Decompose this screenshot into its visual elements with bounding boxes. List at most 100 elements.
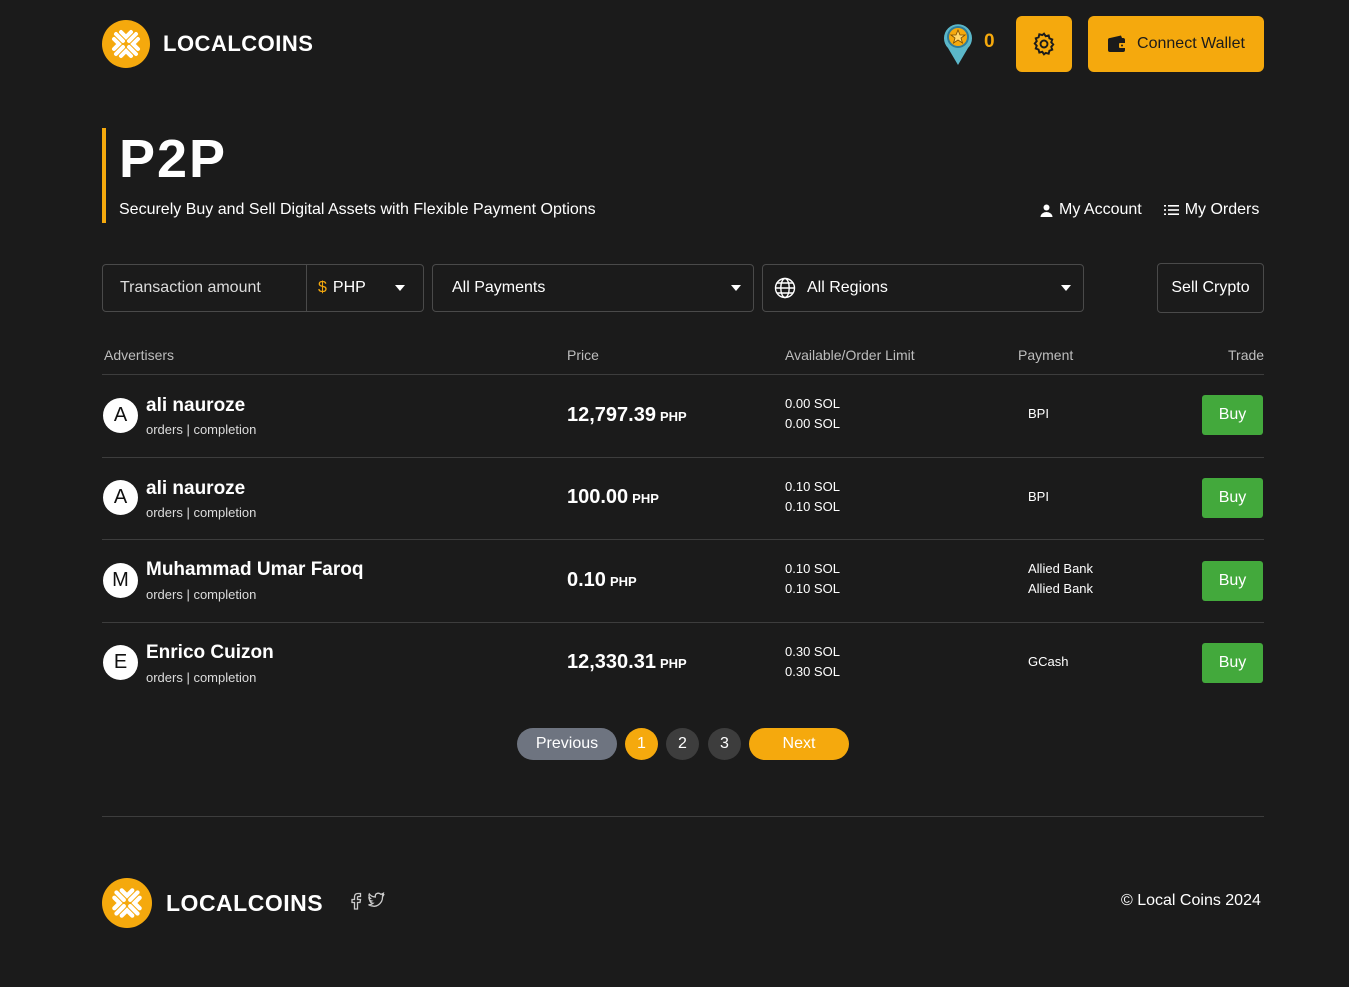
facebook-icon[interactable] <box>350 892 362 910</box>
my-account-label: My Account <box>1059 201 1142 218</box>
price-value: 12,330.31 PHP <box>567 651 687 674</box>
footer-logo[interactable]: LOCALCOINS <box>102 878 323 928</box>
payments-value: All Payments <box>452 279 546 296</box>
availability: 0.10 SOL 0.10 SOL <box>785 477 840 517</box>
order-limit: 0.10 SOL <box>785 581 840 596</box>
price-unit: PHP <box>609 574 637 589</box>
advertiser-name[interactable]: Enrico Cuizon <box>146 642 274 664</box>
page-1-button[interactable]: 1 <box>625 728 658 760</box>
page-subtitle: Securely Buy and Sell Digital Assets wit… <box>119 201 596 218</box>
page-2-button[interactable]: 2 <box>666 728 699 760</box>
points-count: 0 <box>984 31 995 52</box>
available-amount: 0.30 SOL <box>785 644 840 659</box>
advertiser-stats: orders | completion <box>146 505 257 520</box>
avatar: E <box>103 645 138 680</box>
previous-page-button[interactable]: Previous <box>517 728 617 760</box>
availability: 0.30 SOL 0.30 SOL <box>785 642 840 682</box>
chevron-down-icon <box>731 285 741 291</box>
sell-crypto-button[interactable]: Sell Crypto <box>1157 263 1264 313</box>
available-amount: 0.10 SOL <box>785 479 840 494</box>
advertiser-stats: orders | completion <box>146 587 257 602</box>
social-links <box>350 892 385 910</box>
payments-select[interactable]: All Payments <box>432 264 754 312</box>
order-limit: 0.10 SOL <box>785 499 840 514</box>
buy-button[interactable]: Buy <box>1202 643 1263 683</box>
regions-select[interactable]: All Regions <box>762 264 1084 312</box>
page-title: P2P <box>119 129 228 189</box>
payment-method: Allied Bank <box>1028 581 1094 596</box>
column-header-price: Price <box>567 347 599 363</box>
buy-button[interactable]: Buy <box>1202 478 1263 518</box>
advertiser-name[interactable]: ali nauroze <box>146 395 245 417</box>
chevron-down-icon <box>395 285 405 291</box>
avatar: A <box>103 398 138 433</box>
localcoins-logo-icon <box>102 878 152 928</box>
payment-methods: Allied Bank Allied Bank <box>1028 559 1093 599</box>
chevron-down-icon <box>1061 285 1071 291</box>
price-unit: PHP <box>632 491 659 506</box>
payment-method: Allied Bank <box>1028 561 1094 576</box>
price-amount: 0.10 <box>567 569 606 591</box>
price-value: 100.00 PHP <box>567 486 659 509</box>
brand-logo[interactable]: LOCALCOINS <box>102 20 313 68</box>
column-header-payment: Payment <box>1018 347 1074 363</box>
availability: 0.00 SOL 0.00 SOL <box>785 394 840 434</box>
amount-filter: Transaction amount $ PHP <box>102 264 424 312</box>
regions-value: All Regions <box>807 279 888 296</box>
footer-divider <box>102 816 1264 817</box>
account-nav: My Account My Orders <box>1040 201 1259 219</box>
buy-button[interactable]: Buy <box>1202 395 1263 435</box>
transaction-amount-input[interactable]: Transaction amount <box>103 265 307 311</box>
settings-button[interactable] <box>1016 16 1072 72</box>
localcoins-logo-icon <box>102 20 150 68</box>
my-orders-label: My Orders <box>1184 201 1260 218</box>
column-header-trade: Trade <box>1228 347 1265 363</box>
avatar: M <box>103 563 138 598</box>
order-limit: 0.00 SOL <box>785 416 840 431</box>
connect-wallet-label: Connect Wallet <box>1137 35 1245 52</box>
list-icon <box>1163 205 1179 215</box>
column-header-available: Available/Order Limit <box>785 347 915 363</box>
connect-wallet-button[interactable]: Connect Wallet <box>1088 16 1264 72</box>
table-row: M Muhammad Umar Faroq orders | completio… <box>0 540 1349 622</box>
copyright-text: © Local Coins 2024 <box>1121 892 1261 909</box>
my-orders-link[interactable]: My Orders <box>1163 201 1260 219</box>
buy-button[interactable]: Buy <box>1202 561 1263 601</box>
currency-value: PHP <box>332 279 366 296</box>
table-row: A ali nauroze orders | completion 100.00… <box>0 458 1349 539</box>
advertiser-stats: orders | completion <box>146 670 257 685</box>
order-limit: 0.30 SOL <box>785 664 840 679</box>
avatar: A <box>103 480 138 515</box>
next-page-button[interactable]: Next <box>749 728 849 760</box>
advertiser-stats: orders | completion <box>146 422 257 437</box>
page-3-button[interactable]: 3 <box>708 728 741 760</box>
price-unit: PHP <box>659 656 687 671</box>
price-amount: 100.00 <box>567 486 629 508</box>
payment-method: BPI <box>1028 406 1049 421</box>
price-unit: PHP <box>659 409 687 424</box>
advertiser-name[interactable]: Muhammad Umar Faroq <box>146 559 363 581</box>
wallet-icon <box>1108 35 1127 52</box>
available-amount: 0.10 SOL <box>785 561 840 576</box>
currency-symbol: $ <box>318 279 327 296</box>
column-header-advertisers: Advertisers <box>104 347 175 363</box>
advertiser-name[interactable]: ali nauroze <box>146 478 245 500</box>
currency-select[interactable]: $ PHP <box>307 279 423 297</box>
rewards-pin-icon[interactable] <box>942 22 974 66</box>
gear-icon <box>1033 32 1055 56</box>
twitter-icon[interactable] <box>368 892 385 907</box>
table-row: E Enrico Cuizon orders | completion 12,3… <box>0 623 1349 705</box>
my-account-link[interactable]: My Account <box>1040 201 1142 219</box>
availability: 0.10 SOL 0.10 SOL <box>785 559 840 599</box>
payment-method: BPI <box>1028 489 1049 504</box>
globe-icon <box>774 277 796 299</box>
available-amount: 0.00 SOL <box>785 396 840 411</box>
price-value: 0.10 PHP <box>567 569 637 592</box>
hero-accent-bar <box>102 128 106 223</box>
price-amount: 12,797.39 <box>567 404 656 426</box>
price-amount: 12,330.31 <box>567 651 656 673</box>
brand-name: LOCALCOINS <box>166 889 324 916</box>
price-value: 12,797.39 PHP <box>567 404 687 427</box>
brand-name: LOCALCOINS <box>163 31 314 56</box>
user-icon <box>1040 204 1053 217</box>
